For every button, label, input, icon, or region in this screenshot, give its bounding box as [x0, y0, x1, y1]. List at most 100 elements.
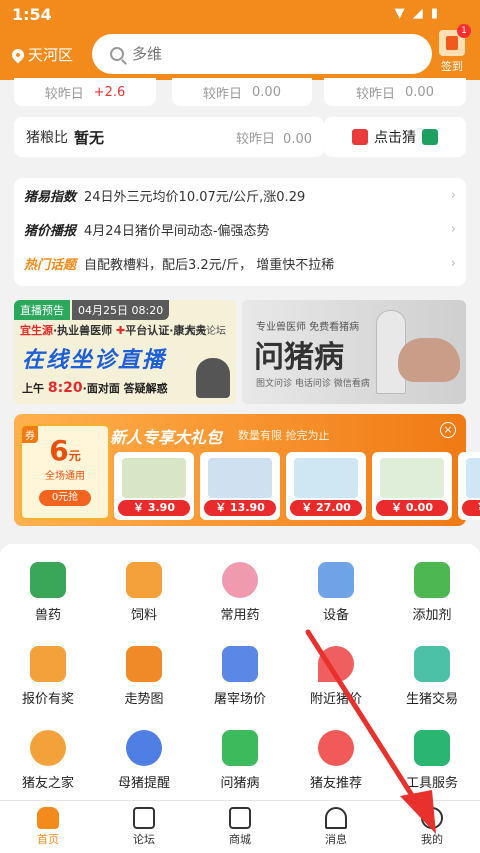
live-subtitle: 上午 8:20·面对面 答疑解惑	[22, 380, 168, 396]
ask-vet-banner[interactable]: 专业兽医师 免费看猪病 问猪病 图文问诊 电话问诊 微信看病	[242, 300, 466, 404]
user-icon	[421, 807, 443, 829]
product-image	[380, 458, 444, 498]
category-tools[interactable]: 工具服务	[384, 730, 480, 791]
category-common-drugs[interactable]: 常用药	[192, 562, 288, 623]
category-additives[interactable]: 添加剂	[384, 562, 480, 623]
bell-icon	[325, 807, 347, 829]
nav-mall[interactable]: 商城	[192, 801, 288, 853]
pig-icon	[222, 562, 258, 598]
nav-profile[interactable]: 我的	[384, 801, 480, 853]
ask-banner-top: 专业兽医师 免费看猪病	[256, 322, 360, 333]
category-farmer-home[interactable]: 猪友之家	[0, 730, 96, 791]
news-tag: 热门话题	[24, 257, 77, 273]
category-trend-chart[interactable]: 走势图	[96, 646, 192, 707]
guess-label: 点击猜	[374, 130, 416, 146]
nav-home[interactable]: 首页	[0, 801, 96, 853]
category-slaughter-price[interactable]: 屠宰场价	[192, 646, 288, 707]
compare-value: 0.00	[252, 84, 281, 100]
coupon-tag: 券	[22, 426, 38, 443]
pig-grain-ratio-card[interactable]: 猪粮比 暂无 较昨日 0.00	[14, 117, 324, 157]
search-bar[interactable]	[92, 34, 432, 74]
category-sow-reminder[interactable]: 母猪提醒	[96, 730, 192, 791]
news-text: 4月24日猪价早间动态-偏强态势	[84, 223, 270, 239]
compare-value: 0.00	[405, 84, 434, 100]
syringe-icon	[318, 562, 354, 598]
trend-up-icon	[352, 129, 368, 145]
question-icon	[222, 730, 258, 766]
chevron-right-icon: ›	[450, 221, 456, 237]
gift-product[interactable]: ￥ 13.90	[200, 452, 280, 520]
feed-bag-icon	[126, 562, 162, 598]
category-grid: 兽药 饲料 常用药 设备 添加剂 报价有奖 走势图 屠宰场价 附近猪价 生猪交易…	[0, 544, 480, 800]
guess-button[interactable]: 点击猜	[324, 117, 466, 157]
category-ask-vet[interactable]: 问猪病	[192, 730, 288, 791]
price-compare-strip: 较昨日 +2.6 较昨日 0.00 较昨日 0.00	[14, 78, 466, 108]
nav-messages[interactable]: 消息	[288, 801, 384, 853]
price-compare-card[interactable]: 较昨日 +2.6	[14, 78, 156, 106]
news-item[interactable]: 猪价播报 4月24日猪价早间动态-偏强态势 ›	[14, 212, 466, 246]
basket-icon	[414, 562, 450, 598]
news-panel: 猪易指数 24日外三元均价10.07元/公斤,涨0.29 › 猪价播报 4月24…	[14, 178, 466, 286]
ratio-value: 暂无	[74, 128, 105, 147]
location-pin-icon	[9, 46, 27, 63]
live-stream-banner[interactable]: 直播预告 04月25日 08:20 猪易论坛 宜生源·执业兽医师 ✚平台认证·康…	[14, 300, 236, 404]
top-header: 1:54 ▼ ◢ ▮ 天河区 1 签到	[0, 0, 480, 80]
coupon-claim-button[interactable]: 0元抢	[39, 490, 91, 506]
product-image	[466, 458, 480, 498]
live-tag: 直播预告	[14, 300, 70, 320]
signin-button[interactable]: 1 签到	[432, 24, 472, 74]
category-feed[interactable]: 饲料	[96, 562, 192, 623]
gift-subtitle: 数量有限 抢完为止	[238, 429, 330, 442]
product-price: ￥ 0.90	[462, 500, 480, 520]
ratio-label: 猪粮比	[26, 130, 68, 146]
bottom-nav: 首页 论坛 商城 消息 我的	[0, 800, 480, 853]
gift-product[interactable]: ￥ 0.00	[372, 452, 452, 520]
home-icon	[37, 807, 59, 829]
map-pin-icon	[318, 646, 354, 682]
doctor-image	[196, 358, 230, 398]
category-recommend[interactable]: 猪友推荐	[288, 730, 384, 791]
category-equipment[interactable]: 设备	[288, 562, 384, 623]
pig-image	[398, 338, 460, 382]
status-bar: 1:54 ▼ ◢ ▮	[0, 0, 480, 28]
search-icon	[110, 47, 124, 61]
price-compare-card[interactable]: 较昨日 0.00	[172, 78, 312, 106]
location-selector[interactable]: 天河区	[9, 44, 74, 65]
live-host-line: 宜生源·执业兽医师 ✚平台认证·康大夫	[20, 324, 207, 337]
new-user-gift-panel: 券 6元 全场通用 0元抢 新人专享大礼包 数量有限 抢完为止 × ￥ 3.90…	[14, 414, 480, 526]
gift-product[interactable]: ￥ 3.90	[114, 452, 194, 520]
price-compare-card[interactable]: 较昨日 0.00	[324, 78, 466, 106]
status-icons: ▼ ◢ ▮	[394, 6, 440, 21]
news-tag: 猪易指数	[24, 189, 77, 205]
news-item[interactable]: 猪易指数 24日外三元均价10.07元/公斤,涨0.29 ›	[14, 178, 466, 212]
product-price: ￥ 0.00	[376, 500, 448, 516]
product-price: ￥ 3.90	[118, 500, 190, 516]
live-time: 04月25日 08:20	[72, 300, 170, 320]
sow-icon	[126, 730, 162, 766]
category-vet-drugs[interactable]: 兽药	[0, 562, 96, 623]
news-text: 自配教槽料，配后3.2元/斤， 增重快不拉稀	[84, 257, 335, 273]
nav-forum[interactable]: 论坛	[96, 801, 192, 853]
search-input[interactable]	[132, 45, 392, 63]
product-image	[122, 458, 186, 498]
coupon-card[interactable]: 券 6元 全场通用 0元抢	[20, 424, 110, 520]
category-nearby-price[interactable]: 附近猪价	[288, 646, 384, 707]
gift-product[interactable]: ￥ 0.90	[458, 452, 480, 520]
product-image	[294, 458, 358, 498]
news-item[interactable]: 热门话题 自配教槽料，配后3.2元/斤， 增重快不拉稀 ›	[14, 246, 466, 280]
status-time: 1:54	[12, 5, 52, 24]
price-tag-icon	[30, 646, 66, 682]
toolbox-icon	[414, 730, 450, 766]
news-tag: 猪价播报	[24, 223, 77, 239]
category-hog-trade[interactable]: 生猪交易	[384, 646, 480, 707]
medicine-bottle-icon	[30, 562, 66, 598]
trade-icon	[414, 646, 450, 682]
gift-items: ￥ 3.90 ￥ 13.90 ￥ 27.00 ￥ 0.00 ￥ 0.90	[114, 452, 480, 520]
location-label: 天河区	[28, 46, 74, 64]
close-icon[interactable]: ×	[440, 422, 456, 438]
product-price: ￥ 27.00	[290, 500, 362, 516]
live-title: 在线坐诊直播	[22, 348, 167, 373]
category-quote-reward[interactable]: 报价有奖	[0, 646, 96, 707]
news-text: 24日外三元均价10.07元/公斤,涨0.29	[84, 189, 306, 205]
gift-product[interactable]: ￥ 27.00	[286, 452, 366, 520]
